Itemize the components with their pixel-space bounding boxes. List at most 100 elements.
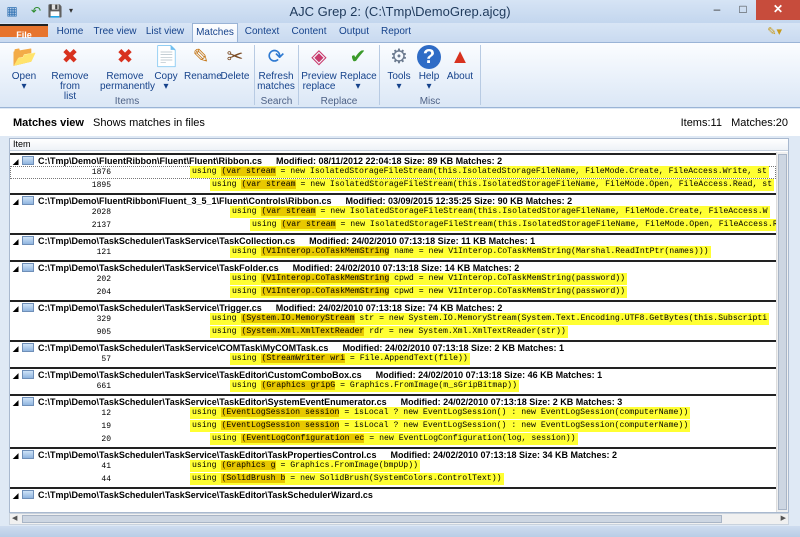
style-icon[interactable]: ✎▾ [767, 25, 782, 38]
preview-label-2: replace [302, 81, 336, 92]
refresh-matches-button[interactable]: ⟳ Refresh matches [256, 45, 296, 92]
match-highlight: (V1Interop.CoTaskMemString [261, 274, 390, 283]
file-row[interactable]: ◢ C:\Tmp\Demo\TaskScheduler\TaskService\T… [10, 260, 776, 273]
collapse-icon[interactable]: ◢ [13, 490, 22, 503]
app-window: ▦ ↶ 💾 ▾ AJC Grep 2: (C:\Tmp\DemoGrep.ajc… [0, 0, 800, 537]
vertical-scrollbar[interactable] [776, 152, 788, 512]
file-icon [22, 343, 34, 352]
match-row[interactable]: 2028 using (var stream = new IsolatedStor… [10, 206, 776, 219]
code-suffix: = isLocal ? new EventLogSession() : new … [339, 421, 689, 430]
close-button[interactable]: ✕ [756, 0, 800, 20]
file-row[interactable]: ◢ C:\Tmp\Demo\TaskScheduler\TaskService\T… [10, 300, 776, 313]
tab-home[interactable]: Home [53, 23, 87, 42]
file-row[interactable]: ◢ C:\Tmp\Demo\TaskScheduler\TaskService\T… [10, 394, 776, 407]
match-row[interactable]: 202 using (V1Interop.CoTaskMemString cpwd… [10, 273, 776, 286]
code-prefix: using [232, 207, 262, 216]
tab-content[interactable]: Content [289, 23, 329, 42]
file-path: C:\Tmp\Demo\TaskScheduler\TaskService\Ta… [38, 450, 377, 460]
line-number: 2028 [91, 208, 111, 217]
match-highlight: (System.IO.MemoryStream [241, 314, 355, 323]
file-row[interactable]: ◢ C:\Tmp\Demo\TaskScheduler\TaskService\T… [10, 487, 776, 500]
code-suffix: str = new System.IO.MemoryStream(System.… [354, 314, 768, 323]
match-row[interactable]: 19 using (EventLogSession session = isLoc… [10, 420, 776, 433]
remove-from-list-button[interactable]: ✖ Remove from list [42, 45, 98, 102]
code-suffix: rdr = new System.Xml.XmlTextReader(str)) [364, 327, 566, 336]
match-code: using (var stream = new IsolatedStorageF… [210, 179, 775, 191]
match-row[interactable]: 2137 using (var stream = new IsolatedStor… [10, 219, 776, 232]
help-button[interactable]: ? Help ▾ [416, 45, 442, 92]
scroll-left-icon[interactable]: ◀ [12, 514, 17, 524]
tools-button[interactable]: ⚙ Tools ▾ [384, 45, 414, 92]
line-number: 121 [96, 248, 111, 257]
replace-button[interactable]: ✔ Replace ▾ [340, 45, 377, 92]
code-prefix: using [192, 474, 222, 483]
preview-replace-button[interactable]: ◈ Preview replace [300, 45, 338, 92]
column-header-item[interactable]: Item [10, 139, 788, 151]
help-arrow: ▾ [426, 81, 432, 92]
match-row[interactable]: 57 using (StreamWriter wri = File.AppendT… [10, 353, 776, 366]
open-button[interactable]: 📂 Open ▾ [6, 45, 42, 92]
match-row[interactable]: 44 using (SolidBrush b = new SolidBrush(S… [10, 473, 776, 486]
match-highlight: (var stream [241, 180, 296, 189]
file-row[interactable]: ◢ C:\Tmp\Demo\TaskScheduler\TaskService\T… [10, 367, 776, 380]
line-number: 329 [96, 315, 111, 324]
remove-permanently-button[interactable]: ✖ Remove permanently [100, 45, 156, 92]
file-row[interactable]: ◢ C:\Tmp\Demo\TaskScheduler\TaskService\C… [10, 340, 776, 353]
about-button[interactable]: ▲ About [446, 45, 474, 82]
view-header: Matches view Shows matches in files Item… [0, 109, 800, 136]
group-separator [480, 45, 481, 105]
delete-button[interactable]: ✂ Delete [220, 45, 250, 82]
about-icon: ▲ [450, 46, 470, 68]
group-search-label: Search [260, 96, 293, 107]
match-row[interactable]: 1895 using (var stream = new IsolatedStor… [10, 179, 776, 192]
line-number: 204 [96, 288, 111, 297]
tab-tree-view[interactable]: Tree view [91, 23, 139, 42]
scroll-right-icon[interactable]: ▶ [781, 514, 786, 524]
match-row[interactable]: 204 using (V1Interop.CoTaskMemString cpwd… [10, 286, 776, 299]
file-row[interactable]: ◢ C:\Tmp\Demo\FluentRibbon\Fluent_3_5_1\F… [10, 193, 776, 206]
line-number: 661 [96, 382, 111, 391]
match-row[interactable]: 41 using (Graphics g = Graphics.FromImage… [10, 460, 776, 473]
file-path: C:\Tmp\Demo\TaskScheduler\TaskService\Ta… [38, 490, 373, 500]
code-prefix: using [212, 327, 242, 336]
file-icon [22, 450, 34, 459]
file-path: C:\Tmp\Demo\TaskScheduler\TaskService\Ta… [38, 263, 279, 273]
tab-report[interactable]: Report [378, 23, 414, 42]
file-meta: Modified: 24/02/2010 07:13:18 Size: 14 K… [292, 263, 520, 273]
group-items-label: Items [114, 96, 140, 107]
copy-button[interactable]: 📄 Copy ▾ [152, 45, 180, 92]
file-row[interactable]: ◢ C:\Tmp\Demo\FluentRibbon\Fluent\Fluent\… [10, 153, 776, 166]
file-meta: Modified: 24/02/2010 07:13:18 Size: 2 KB… [342, 343, 565, 353]
file-row[interactable]: ◢ C:\Tmp\Demo\TaskScheduler\TaskService\T… [10, 233, 776, 246]
group-replace-label: Replace [320, 96, 358, 107]
tab-matches[interactable]: Matches [192, 23, 238, 42]
replace-arrow: ▾ [355, 81, 361, 92]
match-row[interactable]: 121 using (V1Interop.CoTaskMemString name… [10, 246, 776, 259]
match-row[interactable]: 12 using (EventLogSession session = isLoc… [10, 407, 776, 420]
rename-icon: ✎ [192, 46, 210, 68]
code-prefix: using [232, 381, 262, 390]
line-number: 2137 [91, 221, 111, 230]
tab-list-view[interactable]: List view [143, 23, 187, 42]
match-code: using (EventLogConfiguration ec = new Ev… [210, 433, 578, 445]
match-row[interactable]: 20 using (EventLogConfiguration ec = new … [10, 433, 776, 446]
remove-perm-label-2: permanently [100, 81, 156, 92]
maximize-button[interactable]: □ [730, 0, 756, 20]
line-number: 44 [101, 475, 111, 484]
rename-button[interactable]: ✎ Rename [184, 45, 222, 82]
tab-file[interactable]: File [0, 24, 48, 40]
match-row[interactable]: 905 using (System.Xml.XmlTextReader rdr =… [10, 326, 776, 339]
tab-context[interactable]: Context [243, 23, 281, 42]
match-row[interactable]: 661 using (Graphics gripG = Graphics.From… [10, 380, 776, 393]
horizontal-scrollbar[interactable]: ◀ ▶ [9, 513, 789, 525]
file-row[interactable]: ◢ C:\Tmp\Demo\TaskScheduler\TaskService\T… [10, 447, 776, 460]
match-highlight: (var stream [281, 220, 336, 229]
horizontal-scroll-thumb[interactable] [22, 515, 722, 523]
match-code: using (SolidBrush b = new SolidBrush(Sys… [190, 473, 504, 485]
match-row[interactable]: 1876 using (var stream = new IsolatedStor… [10, 166, 776, 179]
minimize-button[interactable]: – [704, 0, 730, 20]
match-row[interactable]: 329 using (System.IO.MemoryStream str = n… [10, 313, 776, 326]
tab-output[interactable]: Output [336, 23, 372, 42]
matches-list[interactable]: Item ◢ C:\Tmp\Demo\FluentRibbon\Fluent\Fl… [9, 138, 789, 513]
vertical-scroll-thumb[interactable] [778, 154, 787, 510]
